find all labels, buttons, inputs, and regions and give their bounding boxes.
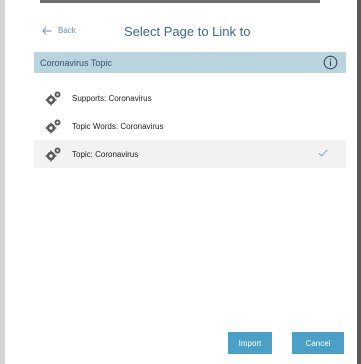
gears-icon (45, 119, 61, 134)
gears-icon (45, 147, 61, 162)
import-button[interactable]: Import (228, 332, 272, 354)
info-icon[interactable] (323, 55, 338, 70)
page-list: Supports: Coronavirus Topic Words: Coron… (34, 84, 346, 168)
left-edge (0, 0, 5, 364)
back-button[interactable]: Back (42, 26, 76, 35)
list-item-label: Topic: Coronavirus (72, 149, 139, 159)
right-edge (357, 0, 361, 364)
top-edge (40, 0, 320, 3)
list-item-supports[interactable]: Supports: Coronavirus (34, 84, 346, 112)
cancel-button[interactable]: Cancel (292, 332, 344, 354)
link-page-dialog: Back Select Page to Link to Coronavirus … (0, 0, 361, 364)
checkmark-icon (318, 149, 328, 157)
list-item-label: Topic Words: Coronavirus (72, 121, 164, 131)
dialog-title: Select Page to Link to (124, 24, 251, 39)
dialog-header: Back Select Page to Link to (24, 22, 344, 44)
section-label: Coronavirus Topic (40, 57, 112, 68)
list-item-topic-words[interactable]: Topic Words: Coronavirus (34, 112, 346, 140)
back-label: Back (58, 26, 76, 35)
gears-icon (45, 91, 61, 106)
list-item-label: Supports: Coronavirus (72, 93, 152, 103)
arrow-left-icon (42, 26, 52, 35)
list-item-topic[interactable]: Topic: Coronavirus (34, 140, 346, 168)
section-header: Coronavirus Topic (34, 52, 346, 73)
